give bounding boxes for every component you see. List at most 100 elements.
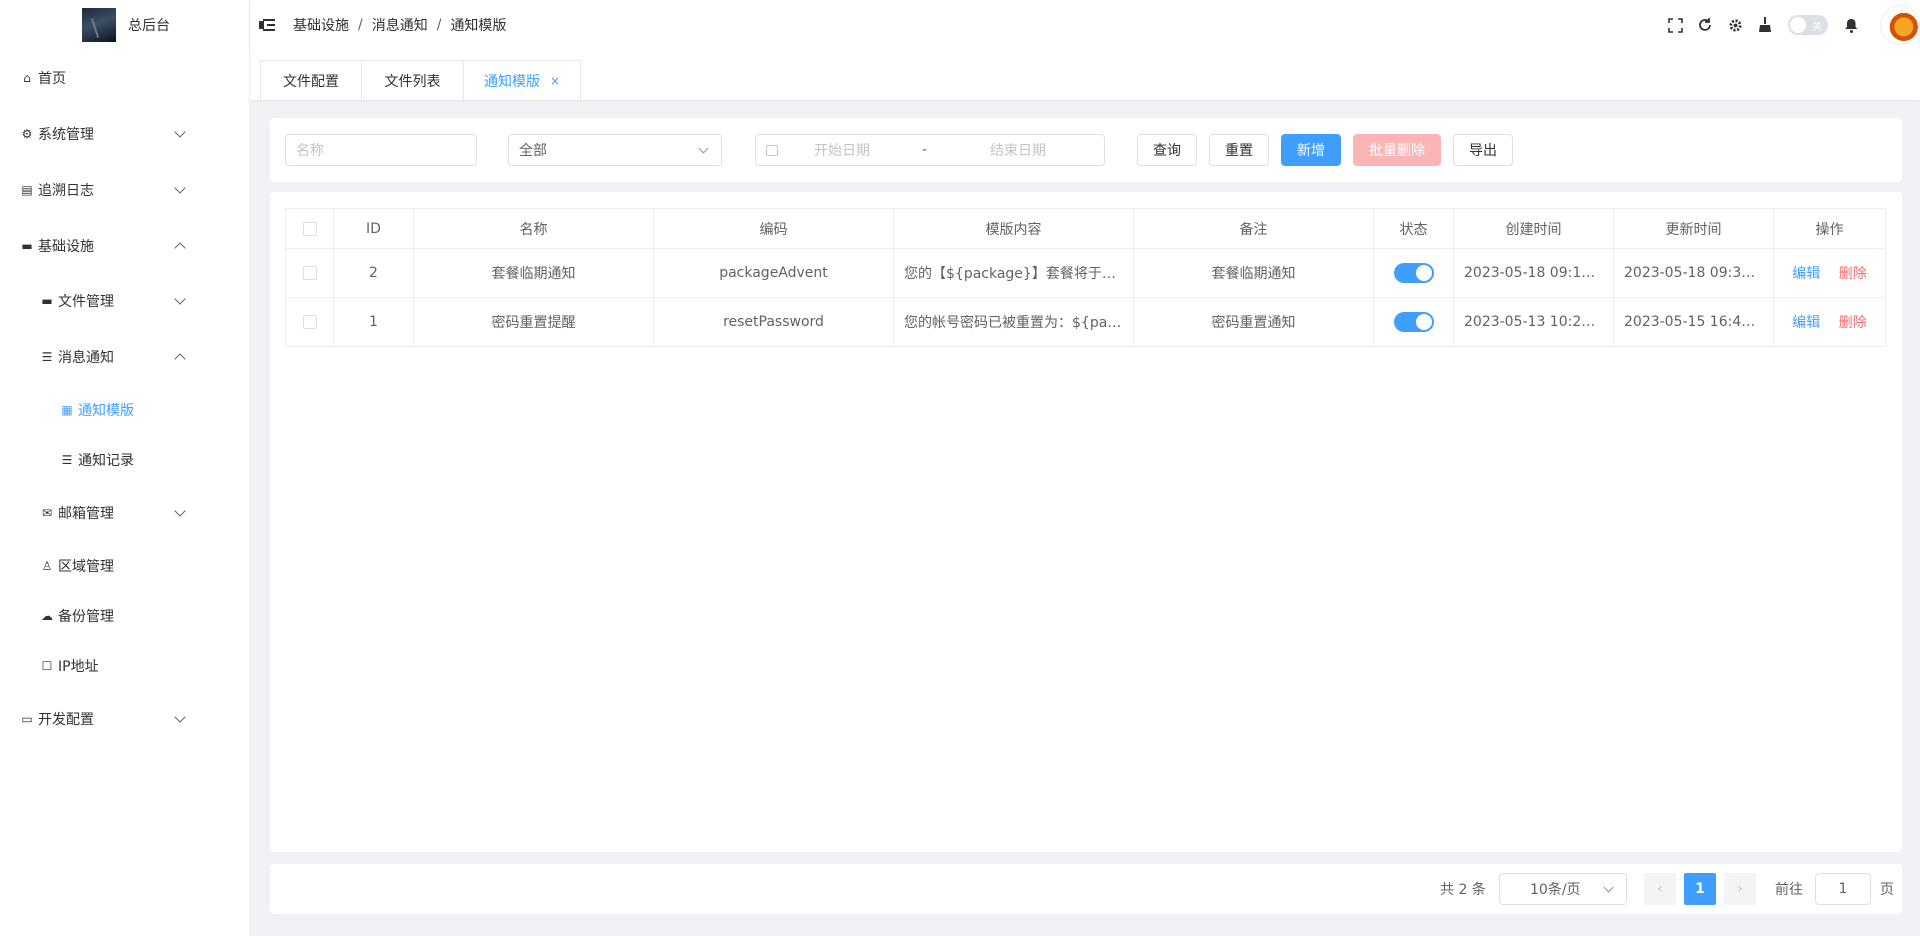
end-date-placeholder: 结束日期 bbox=[990, 143, 1046, 159]
cell-content: 您的帐号密码已被重置为：${password} bbox=[893, 297, 1134, 347]
delete-link[interactable]: 删除 bbox=[1839, 315, 1867, 331]
chevron-up-icon bbox=[174, 242, 186, 254]
tab-label: 通知模版 bbox=[483, 73, 540, 90]
sidebar-item-area-management[interactable]: ♙ 区域管理 bbox=[0, 546, 250, 586]
settings-icon[interactable] bbox=[1720, 10, 1750, 40]
input-placeholder: 名称 bbox=[296, 143, 324, 159]
refresh-icon[interactable] bbox=[1690, 10, 1720, 40]
cell-id: 1 bbox=[333, 297, 414, 347]
page-size-select[interactable]: 10条/页 bbox=[1499, 873, 1627, 905]
sidebar-item-infrastructure[interactable]: ▬ 基础设施 bbox=[0, 226, 250, 266]
select-all-checkbox[interactable] bbox=[302, 221, 317, 236]
tab-label: 文件配置 bbox=[283, 73, 339, 90]
delete-link[interactable]: 删除 bbox=[1839, 266, 1867, 282]
database-icon: ☰ bbox=[61, 453, 73, 467]
bell-icon[interactable] bbox=[1836, 10, 1866, 40]
toggle-knob bbox=[1790, 17, 1806, 33]
export-button[interactable]: 导出 bbox=[1453, 134, 1513, 166]
chevron-down-icon bbox=[174, 182, 186, 194]
template-table: ID 名称 编码 模版内容 备注 状态 创建时间 更新时间 操作 2 套餐临期通… bbox=[285, 208, 1886, 347]
tabs-bar: 文件配置 文件列表 通知模版 × bbox=[250, 50, 1920, 100]
sidebar: 总后台 ⌂ 首页 ⚙ 系统管理 ▤ 追溯日志 ▬ 基础设施 ▬ 文件管理 ☰ 消… bbox=[0, 0, 250, 936]
sidebar-item-backup-management[interactable]: ☁ 备份管理 bbox=[0, 596, 250, 636]
logo[interactable]: 总后台 bbox=[0, 0, 249, 50]
cell-name: 套餐临期通知 bbox=[413, 248, 654, 298]
mail-icon: ✉ bbox=[41, 506, 53, 520]
column-header: 更新时间 bbox=[1613, 208, 1774, 249]
sidebar-item-notify-record[interactable]: ☰ 通知记录 bbox=[0, 440, 250, 480]
menu-collapse-icon[interactable] bbox=[259, 18, 275, 32]
database-icon: ☰ bbox=[41, 350, 53, 364]
name-search-input[interactable]: 名称 bbox=[285, 134, 477, 166]
cell-created: 2023-05-13 10:28:17 bbox=[1453, 297, 1614, 347]
status-switch[interactable] bbox=[1393, 263, 1434, 283]
broom-icon[interactable] bbox=[1750, 10, 1780, 40]
chevron-down-icon bbox=[698, 143, 709, 154]
row-checkbox[interactable] bbox=[302, 315, 317, 329]
prev-page-button[interactable]: ‹ bbox=[1644, 873, 1676, 905]
tab-notify-template[interactable]: 通知模版 × bbox=[463, 60, 581, 100]
fullscreen-icon[interactable] bbox=[1660, 10, 1690, 40]
batch-delete-button[interactable]: 批量删除 bbox=[1353, 134, 1441, 166]
sidebar-item-label: 基础设施 bbox=[38, 239, 94, 255]
folder-icon: ▬ bbox=[21, 239, 33, 253]
start-date-placeholder: 开始日期 bbox=[814, 143, 870, 159]
status-select[interactable]: 全部 bbox=[508, 134, 722, 166]
breadcrumb-item[interactable]: 基础设施 bbox=[293, 15, 349, 35]
breadcrumb: 基础设施 / 消息通知 / 通知模版 bbox=[293, 15, 506, 35]
cell-id: 2 bbox=[333, 248, 414, 298]
sidebar-item-ip-address[interactable]: ☐ IP地址 bbox=[0, 646, 250, 686]
range-separator: - bbox=[922, 142, 928, 158]
sidebar-item-home[interactable]: ⌂ 首页 bbox=[0, 58, 250, 98]
sidebar-item-system[interactable]: ⚙ 系统管理 bbox=[0, 114, 250, 154]
sidebar-item-message-notify[interactable]: ☰ 消息通知 bbox=[0, 337, 250, 377]
theme-toggle[interactable]: 关 bbox=[1788, 15, 1828, 35]
chevron-down-icon bbox=[174, 711, 186, 723]
sidebar-item-label: 备份管理 bbox=[58, 609, 114, 625]
tab-file-list[interactable]: 文件列表 bbox=[361, 60, 464, 100]
breadcrumb-item[interactable]: 消息通知 bbox=[372, 15, 428, 35]
breadcrumb-separator: / bbox=[436, 17, 442, 33]
select-all-cell[interactable] bbox=[285, 208, 334, 249]
add-button[interactable]: 新增 bbox=[1281, 134, 1341, 166]
tab-file-config[interactable]: 文件配置 bbox=[260, 60, 362, 100]
reset-button[interactable]: 重置 bbox=[1209, 134, 1269, 166]
template-icon: ▦ bbox=[61, 403, 73, 417]
user-avatar[interactable] bbox=[1880, 5, 1920, 45]
next-page-button[interactable]: › bbox=[1724, 873, 1756, 905]
column-header: 状态 bbox=[1373, 208, 1454, 249]
pagination-total: 共 2 条 bbox=[1440, 882, 1486, 898]
logo-image bbox=[82, 8, 116, 42]
page-number-button[interactable]: 1 bbox=[1684, 873, 1716, 905]
column-header: ID bbox=[333, 208, 414, 249]
chevron-down-icon bbox=[174, 126, 186, 138]
row-checkbox[interactable] bbox=[302, 266, 317, 280]
cell-name: 密码重置提醒 bbox=[413, 297, 654, 347]
cell-created: 2023-05-18 09:18:56 bbox=[1453, 248, 1614, 298]
sidebar-item-notify-template[interactable]: ▦ 通知模版 bbox=[0, 390, 250, 430]
breadcrumb-item-current: 通知模版 bbox=[450, 18, 507, 34]
goto-label: 前往 bbox=[1775, 882, 1803, 898]
edit-link[interactable]: 编辑 bbox=[1792, 315, 1820, 331]
page-size-value: 10条/页 bbox=[1530, 882, 1581, 898]
sidebar-item-dev-config[interactable]: ▭ 开发配置 bbox=[0, 699, 250, 739]
log-icon: ▤ bbox=[21, 183, 33, 197]
query-button[interactable]: 查询 bbox=[1137, 134, 1197, 166]
sidebar-item-mail-management[interactable]: ✉ 邮箱管理 bbox=[0, 493, 250, 533]
cloud-upload-icon: ☁ bbox=[41, 609, 53, 623]
close-icon[interactable]: × bbox=[550, 74, 560, 88]
sidebar-item-file-management[interactable]: ▬ 文件管理 bbox=[0, 281, 250, 321]
sidebar-item-trace-log[interactable]: ▤ 追溯日志 bbox=[0, 170, 250, 210]
cell-updated: 2023-05-15 16:48:22 bbox=[1613, 297, 1774, 347]
edit-link[interactable]: 编辑 bbox=[1792, 266, 1820, 282]
pagination-panel: 共 2 条 10条/页 ‹ 1 › 前往 1 页 bbox=[270, 864, 1902, 914]
date-range-picker[interactable]: 开始日期 - 结束日期 bbox=[755, 134, 1105, 166]
folder-icon: ▬ bbox=[41, 294, 53, 308]
cell-remark: 套餐临期通知 bbox=[1133, 248, 1374, 298]
cell-remark: 密码重置通知 bbox=[1133, 297, 1374, 347]
cell-updated: 2023-05-18 09:31:45 bbox=[1613, 248, 1774, 298]
goto-page-input[interactable]: 1 bbox=[1815, 873, 1871, 905]
status-switch[interactable] bbox=[1393, 312, 1434, 332]
column-header: 模版内容 bbox=[893, 208, 1134, 249]
home-icon: ⌂ bbox=[23, 71, 31, 85]
